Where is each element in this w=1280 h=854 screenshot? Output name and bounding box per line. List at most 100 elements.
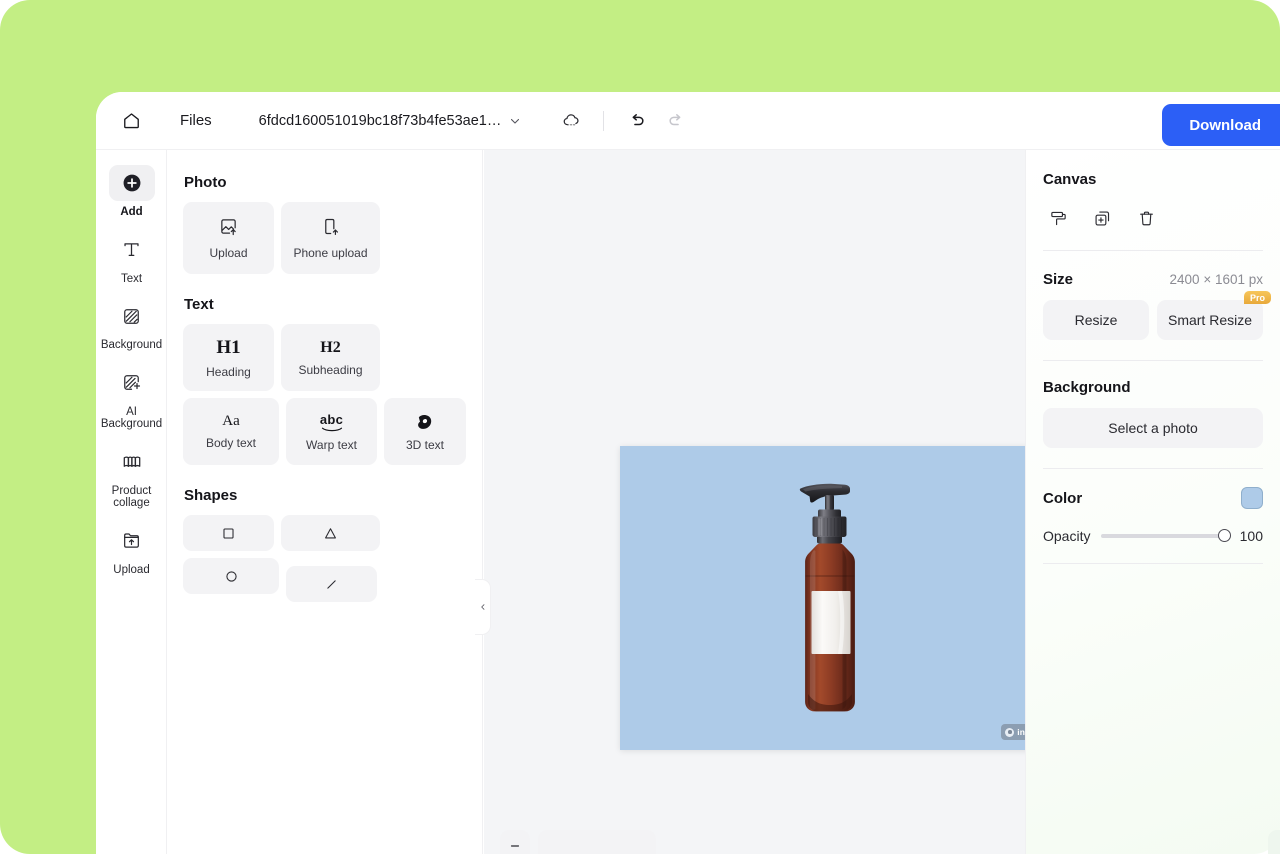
circle-shape-card[interactable] (183, 558, 279, 594)
section-title-text: Text (184, 296, 214, 313)
h1-glyph: H1 (216, 336, 241, 358)
card-label: 3D text (405, 437, 444, 452)
canvas-tool-row (1043, 204, 1263, 251)
smart-resize-button[interactable]: Smart Resize (1157, 300, 1263, 340)
resize-button-row: Resize Smart Resize Pro (1043, 291, 1271, 340)
files-menu-button[interactable]: Files (172, 107, 220, 134)
phone-upload-card[interactable]: Phone upload (281, 202, 380, 274)
text-t-icon (109, 232, 155, 268)
sidebar-item-label: Add (120, 206, 143, 218)
color-label: Color (1043, 489, 1083, 507)
background-section-title: Background (1043, 379, 1131, 396)
app-window: Files 6fdcd160051019bc18f73b4fe53ae1… Do… (96, 92, 1280, 854)
opacity-slider[interactable] (1101, 529, 1231, 542)
chevron-down-icon (509, 115, 521, 127)
chevron-left-icon (479, 601, 487, 613)
line-shape-icon (322, 575, 341, 594)
circle-shape-icon (222, 567, 241, 586)
warp-text-icon: abc (320, 412, 343, 432)
size-value: 2400 × 1601 px (1169, 272, 1263, 287)
bottom-toolbar (484, 824, 1280, 854)
card-label: Upload (209, 246, 248, 260)
divider (1043, 468, 1263, 469)
upload-photo-card[interactable]: Upload (183, 202, 274, 274)
text-card-row: H1 Heading H2 Subheading Aa Body text ab… (183, 324, 466, 465)
left-tool-rail: Add Text Background AI Background Produc… (96, 150, 167, 854)
subheading-text-card[interactable]: H2 Subheading (281, 324, 380, 391)
body-text-card[interactable]: Aa Body text (183, 398, 279, 465)
triangle-shape-card[interactable] (281, 515, 380, 551)
section-title-photo: Photo (184, 174, 227, 191)
hatch-square-icon (109, 298, 155, 334)
size-row: Size 2400 × 1601 px (1043, 271, 1263, 288)
toolbar-divider (603, 110, 605, 131)
plus-circle-icon (108, 165, 155, 201)
3d-text-card[interactable]: 3D text (384, 398, 466, 465)
sidebar-item-label: Text (120, 272, 143, 285)
phone-upload-icon (320, 216, 341, 237)
card-label: Subheading (298, 362, 363, 377)
pro-badge: Pro (1243, 291, 1271, 304)
insmind-logo-icon (1005, 727, 1015, 737)
product-image-amber-pump-bottle[interactable] (798, 480, 903, 722)
sidebar-item-background[interactable]: Background (96, 291, 167, 358)
sidebar-item-add[interactable]: Add (96, 158, 167, 225)
home-icon[interactable] (114, 104, 148, 138)
color-swatch[interactable] (1241, 487, 1263, 509)
zoom-out-button[interactable] (500, 830, 530, 854)
color-row: Color (1043, 487, 1263, 509)
sidebar-item-label: Upload (113, 563, 150, 576)
redo-icon[interactable] (660, 105, 692, 137)
duplicate-icon[interactable] (1087, 204, 1117, 232)
warp-text-card[interactable]: abc Warp text (286, 398, 377, 465)
hatch-sparkle-icon (109, 365, 155, 401)
card-label: Heading (206, 364, 251, 379)
paint-roller-icon[interactable] (1043, 204, 1073, 232)
sidebar-item-product-collage[interactable]: Product collage (96, 437, 167, 516)
sidebar-item-text[interactable]: Text (96, 225, 167, 292)
h2-glyph: H2 (320, 338, 341, 356)
heading-text-card[interactable]: H1 Heading (183, 324, 274, 391)
resize-button[interactable]: Resize (1043, 300, 1149, 340)
download-button[interactable]: Download (1162, 104, 1280, 146)
sidebar-item-ai-background[interactable]: AI Background (96, 358, 167, 437)
abc-glyph: abc (319, 411, 344, 427)
aa-glyph: Aa (222, 413, 240, 429)
layers-button[interactable] (1268, 830, 1280, 854)
opacity-value: 100 (1239, 528, 1263, 544)
document-name-dropdown[interactable]: 6fdcd160051019bc18f73b4fe53ae1… (253, 108, 528, 134)
card-label: Body text (205, 436, 257, 450)
opacity-row: Opacity 100 (1043, 528, 1263, 544)
square-shape-card[interactable] (183, 515, 274, 551)
select-a-photo-button[interactable]: Select a photo (1043, 408, 1263, 448)
folder-upload-icon (109, 523, 155, 559)
section-title-shapes: Shapes (184, 487, 238, 504)
asset-panel: Photo Upload Phone upload Text H1 Headin… (167, 150, 483, 854)
artboard[interactable]: insMind .com (620, 446, 1025, 750)
canvas-section-title: Canvas (1043, 171, 1097, 188)
opacity-slider-knob[interactable] (1218, 529, 1231, 542)
divider (1043, 563, 1263, 564)
sidebar-item-label: Product collage (111, 484, 152, 510)
cloud-sync-icon[interactable] (555, 105, 587, 137)
collapse-panel-button[interactable] (475, 579, 491, 635)
sidebar-item-label: Background (100, 339, 163, 351)
properties-panel: Canvas Size 2400 × 1601 px Resize Smart … (1025, 150, 1280, 854)
top-toolbar: Files 6fdcd160051019bc18f73b4fe53ae1… Do… (96, 92, 1280, 150)
card-label: Phone upload (293, 246, 368, 260)
sidebar-item-upload[interactable]: Upload (96, 516, 167, 583)
zoom-slider[interactable] (538, 830, 656, 854)
line-shape-card[interactable] (286, 566, 377, 602)
opacity-label: Opacity (1043, 528, 1091, 544)
triangle-shape-icon (321, 524, 340, 543)
canvas-stage[interactable]: insMind .com (484, 150, 1025, 854)
sidebar-item-label: AI Background (100, 405, 163, 431)
undo-icon[interactable] (620, 105, 652, 137)
trash-icon[interactable] (1131, 204, 1161, 232)
collage-panels-icon (109, 444, 155, 480)
watermark-badge: insMind .com (1001, 724, 1025, 740)
photo-card-row: Upload Phone upload (183, 202, 466, 274)
three-d-text-icon (415, 412, 435, 432)
shape-card-row (183, 515, 466, 602)
watermark-brand: insMind (1017, 727, 1025, 737)
